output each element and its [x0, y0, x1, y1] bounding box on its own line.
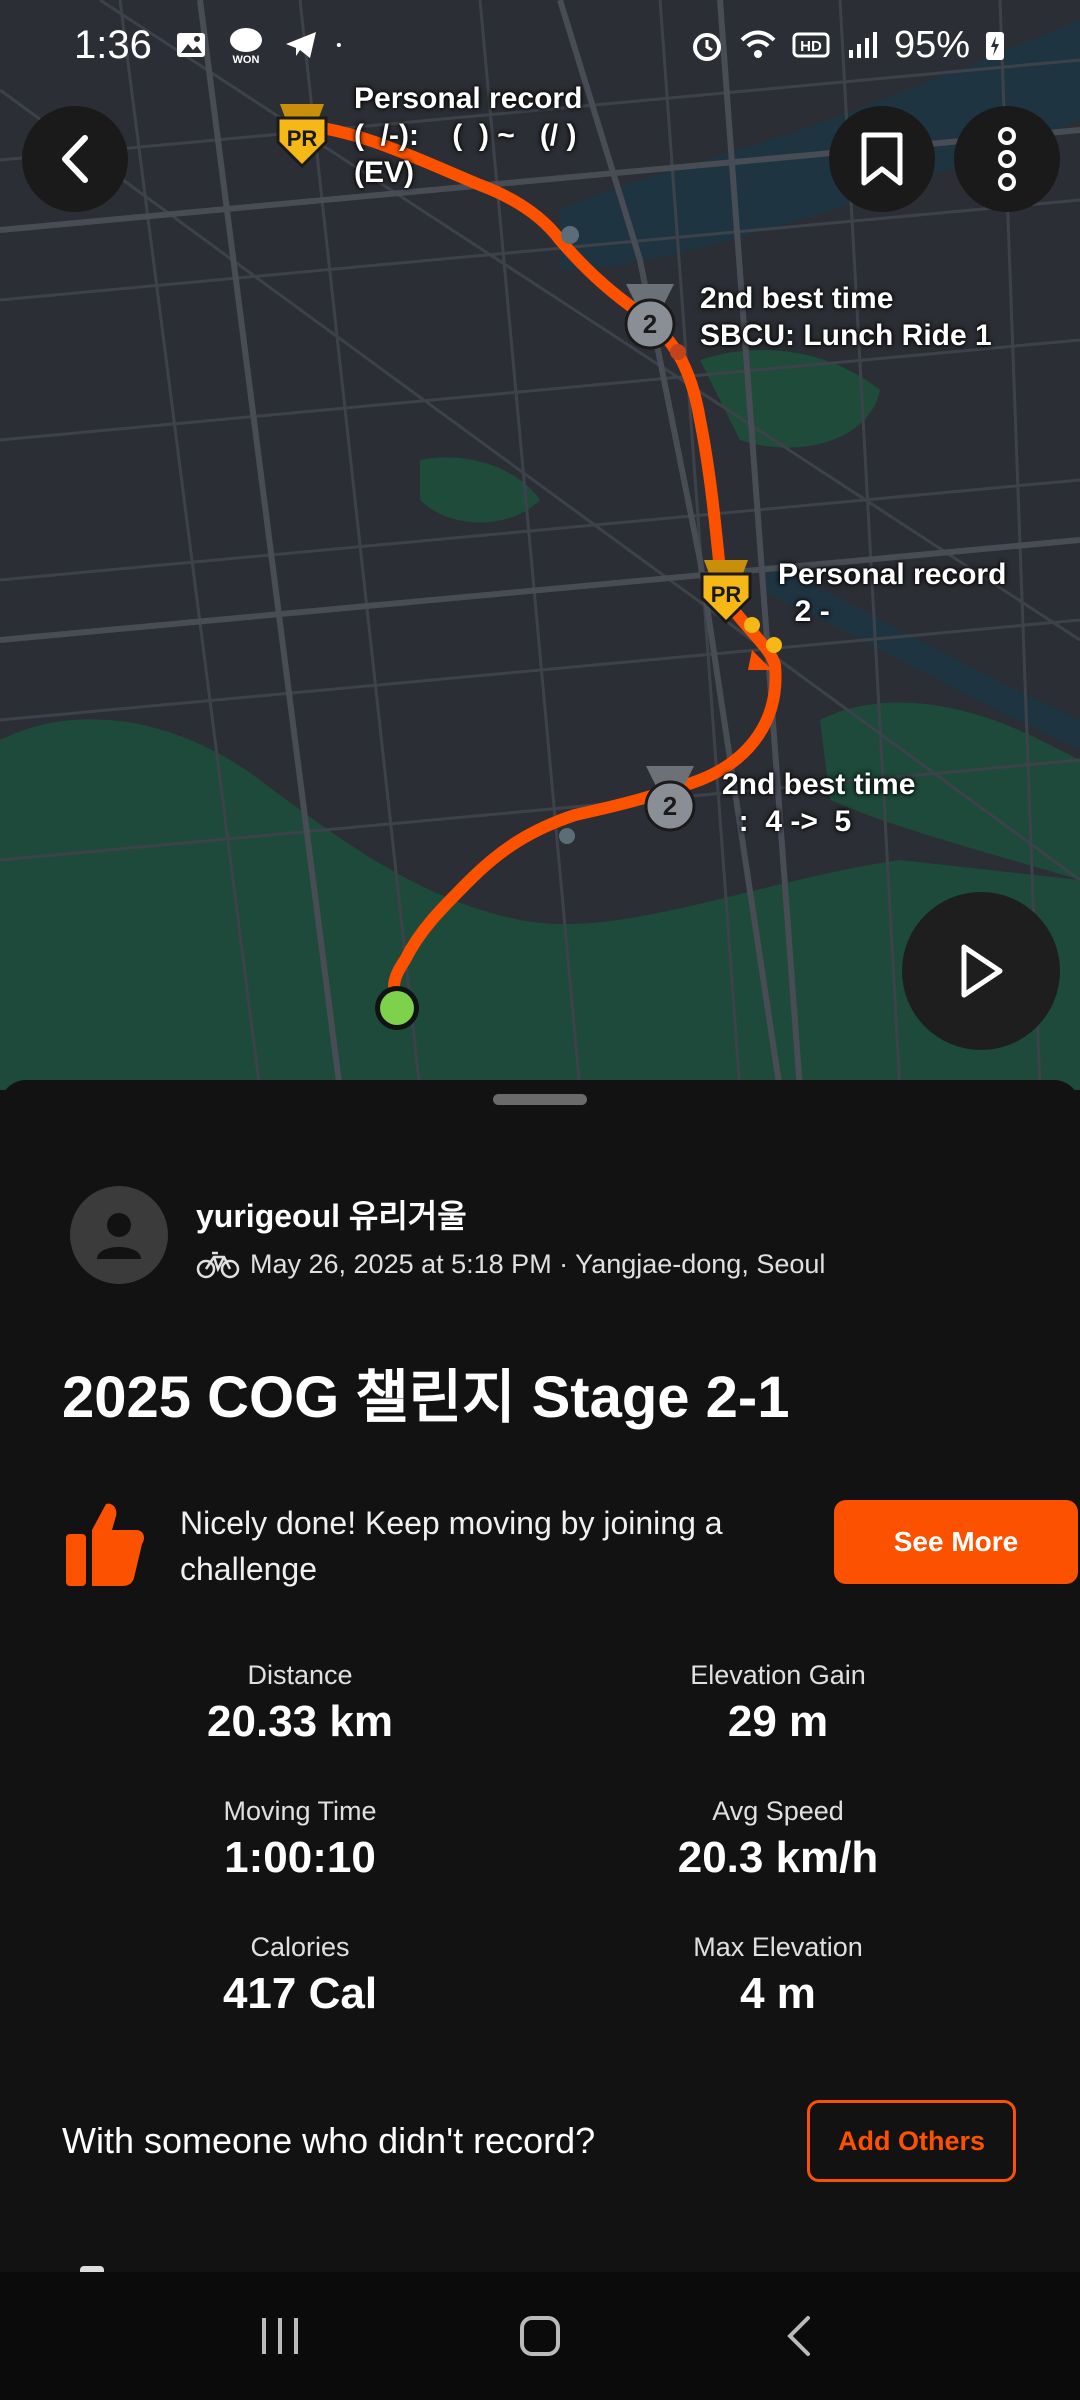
route-waypoint — [559, 828, 575, 844]
chevron-left-icon — [62, 135, 88, 183]
stat-distance: Distance 20.33 km — [90, 1660, 510, 1747]
athlete-name[interactable]: yurigeoul 유리거울 — [196, 1191, 825, 1237]
wifi-icon — [740, 30, 776, 58]
svg-text:PR: PR — [711, 582, 742, 607]
route-waypoint — [766, 637, 782, 653]
see-more-button[interactable]: See More — [834, 1500, 1078, 1584]
status-time: 1:36 — [74, 22, 152, 67]
challenge-promo: Nicely done! Keep moving by joining a ch… — [62, 1492, 1078, 1612]
sheet-drag-handle[interactable] — [493, 1094, 587, 1105]
segment-label-pr[interactable]: Personal record 2 - — [778, 556, 1006, 630]
silver-medal-icon[interactable]: 2 — [638, 762, 702, 834]
thumbs-up-icon — [66, 1503, 144, 1586]
home-icon[interactable] — [518, 2314, 562, 2358]
stat-value: 20.33 km — [207, 1697, 393, 1746]
back-button[interactable] — [22, 106, 128, 212]
svg-text:WON: WON — [232, 54, 259, 65]
route-waypoint — [561, 226, 579, 244]
recent-apps-icon[interactable] — [258, 2314, 302, 2358]
segment-label-second-best[interactable]: 2nd best time : 4 -> 5 — [722, 766, 915, 840]
battery-percent: 95% — [893, 23, 970, 66]
alarm-icon — [692, 33, 721, 61]
system-nav-bar — [0, 2272, 1080, 2400]
back-nav-icon[interactable] — [778, 2314, 822, 2358]
signal-icon — [848, 32, 877, 58]
bookmark-icon — [861, 132, 903, 186]
status-bar: 1:36 WON HD 95% — [0, 0, 1080, 90]
hd-icon: HD — [792, 32, 830, 58]
pr-badge-icon[interactable]: PR — [694, 556, 758, 626]
pr-badge-icon[interactable]: PR — [270, 100, 334, 170]
add-others-button[interactable]: Add Others — [807, 2100, 1016, 2182]
bookmark-button[interactable] — [829, 106, 935, 212]
segment-label-pr[interactable]: Personal record ( /-): ( ) ~ (/ ) (EV) — [354, 80, 582, 191]
telegram-icon — [285, 32, 316, 58]
stat-label: Avg Speed — [712, 1796, 844, 1826]
won-chat-icon: WON — [229, 28, 262, 65]
stat-value: 1:00:10 — [224, 1833, 376, 1882]
stat-value: 20.3 km/h — [677, 1833, 879, 1882]
stat-label: Elevation Gain — [690, 1660, 866, 1690]
stat-label: Calories — [250, 1932, 350, 1962]
svg-text:2: 2 — [643, 309, 657, 339]
user-icon — [97, 1213, 141, 1259]
stat-moving-time: Moving Time 1:00:10 — [90, 1796, 510, 1883]
gallery-icon — [176, 33, 205, 57]
stat-value: 29 m — [727, 1697, 829, 1746]
silver-medal-icon[interactable]: 2 — [618, 280, 682, 352]
stat-label: Moving Time — [223, 1796, 377, 1826]
battery-icon — [986, 32, 1004, 60]
play-icon — [961, 944, 1003, 998]
stat-calories: Calories 417 Cal — [90, 1932, 510, 2019]
svg-text:2: 2 — [663, 791, 677, 821]
stat-value: 4 m — [740, 1969, 816, 2018]
stat-value: 417 Cal — [222, 1969, 378, 2018]
segment-label-second-best[interactable]: 2nd best time SBCU: Lunch Ride 1 — [700, 280, 992, 354]
stat-max-elevation: Max Elevation 4 m — [568, 1932, 988, 2019]
athlete-header[interactable]: yurigeoul 유리거울 May 26, 2025 at 5:18 PM ·… — [70, 1186, 825, 1284]
bike-icon — [196, 1251, 240, 1279]
dot-icon — [336, 42, 341, 48]
start-marker[interactable] — [380, 991, 414, 1025]
stat-elevation-gain: Elevation Gain 29 m — [568, 1660, 988, 1747]
more-vertical-icon — [998, 127, 1016, 191]
svg-text:PR: PR — [287, 126, 318, 151]
svg-text:HD: HD — [800, 38, 822, 55]
activity-details-sheet[interactable]: yurigeoul 유리거울 May 26, 2025 at 5:18 PM ·… — [0, 1080, 1080, 2274]
activity-meta: May 26, 2025 at 5:18 PM · Yangjae-dong, … — [250, 1248, 826, 1279]
stat-avg-speed: Avg Speed 20.3 km/h — [568, 1796, 988, 1883]
flyover-play-button[interactable] — [902, 892, 1060, 1050]
stat-label: Max Elevation — [693, 1932, 863, 1962]
promo-text: Nicely done! Keep moving by joining a ch… — [180, 1505, 723, 1587]
stat-label: Distance — [247, 1660, 353, 1690]
avatar[interactable] — [70, 1186, 168, 1284]
activity-title: 2025 COG 챌린지 Stage 2-1 — [62, 1365, 790, 1430]
add-others-prompt: With someone who didn't record? — [62, 2120, 596, 2161]
more-options-button[interactable] — [954, 106, 1060, 212]
